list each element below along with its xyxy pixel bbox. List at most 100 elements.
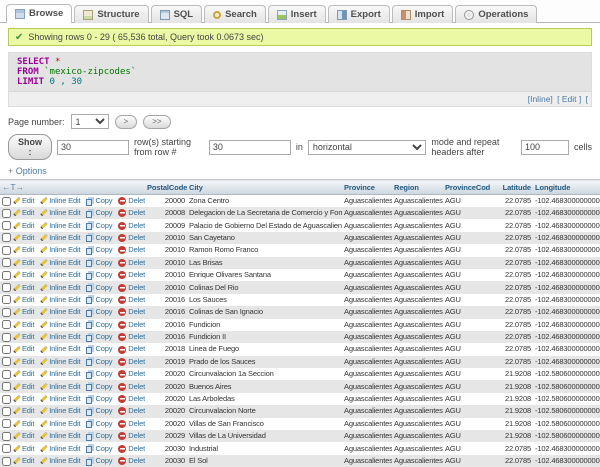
row-checkbox[interactable] bbox=[2, 320, 11, 329]
row-checkbox[interactable] bbox=[2, 395, 11, 404]
tab-browse[interactable]: Browse bbox=[6, 4, 72, 23]
row-checkbox[interactable] bbox=[2, 382, 11, 391]
column-header-region[interactable]: Region bbox=[392, 180, 443, 195]
row-checkbox[interactable] bbox=[2, 407, 11, 416]
edit-link[interactable]: Edit bbox=[13, 320, 34, 329]
copy-link[interactable]: Copy bbox=[86, 245, 112, 254]
delete-link[interactable]: Delete bbox=[118, 258, 145, 267]
row-checkbox[interactable] bbox=[2, 197, 11, 206]
row-checkbox[interactable] bbox=[2, 444, 11, 453]
inline-edit-link[interactable]: Inline Edit bbox=[40, 369, 80, 378]
copy-link[interactable]: Copy bbox=[86, 332, 112, 341]
column-header-longitude[interactable]: Longitude bbox=[533, 180, 600, 195]
copy-link[interactable]: Copy bbox=[86, 406, 112, 415]
tab-sql[interactable]: SQL bbox=[151, 5, 203, 23]
column-header-provincecode[interactable]: ProvinceCode bbox=[443, 180, 490, 195]
delete-link[interactable]: Delete bbox=[118, 394, 145, 403]
edit-link[interactable]: Edit bbox=[13, 431, 34, 440]
inline-edit-link[interactable]: Inline Edit bbox=[40, 456, 80, 465]
inline-edit-link[interactable]: Inline Edit bbox=[40, 431, 80, 440]
edit-link[interactable]: Edit bbox=[13, 233, 34, 242]
tab-structure[interactable]: Structure bbox=[74, 5, 148, 23]
inline-edit-link[interactable]: Inline Edit bbox=[40, 406, 80, 415]
delete-link[interactable]: Delete bbox=[118, 221, 145, 230]
delete-link[interactable]: Delete bbox=[118, 369, 145, 378]
copy-link[interactable]: Copy bbox=[86, 456, 112, 465]
edit-link[interactable]: Edit bbox=[13, 307, 34, 316]
delete-link[interactable]: Delete bbox=[118, 208, 145, 217]
show-button[interactable]: Show : bbox=[8, 134, 52, 160]
row-checkbox[interactable] bbox=[2, 295, 11, 304]
copy-link[interactable]: Copy bbox=[86, 221, 112, 230]
copy-link[interactable]: Copy bbox=[86, 283, 112, 292]
copy-link[interactable]: Copy bbox=[86, 196, 112, 205]
inline-edit-link[interactable]: Inline Edit bbox=[40, 382, 80, 391]
delete-link[interactable]: Delete bbox=[118, 382, 145, 391]
edit-query-link[interactable]: [ Edit ] bbox=[557, 94, 581, 104]
start-row-input[interactable] bbox=[209, 140, 291, 155]
column-header-latitude[interactable]: Latitude bbox=[490, 180, 533, 195]
delete-link[interactable]: Delete bbox=[118, 295, 145, 304]
copy-link[interactable]: Copy bbox=[86, 357, 112, 366]
inline-edit-link[interactable]: Inline Edit bbox=[40, 283, 80, 292]
delete-link[interactable]: Delete bbox=[118, 245, 145, 254]
column-header-province[interactable]: Province bbox=[342, 180, 392, 195]
edit-link[interactable]: Edit bbox=[13, 196, 34, 205]
options-link[interactable]: Options bbox=[16, 166, 47, 176]
inline-edit-link[interactable]: Inline Edit bbox=[40, 307, 80, 316]
column-header-city[interactable]: City bbox=[187, 180, 342, 195]
inline-edit-link[interactable]: Inline Edit bbox=[40, 357, 80, 366]
truncated-link[interactable]: [ bbox=[586, 94, 588, 104]
edit-link[interactable]: Edit bbox=[13, 369, 34, 378]
delete-link[interactable]: Delete bbox=[118, 444, 145, 453]
delete-link[interactable]: Delete bbox=[118, 332, 145, 341]
delete-link[interactable]: Delete bbox=[118, 320, 145, 329]
row-checkbox[interactable] bbox=[2, 345, 11, 354]
last-page-button[interactable]: >> bbox=[143, 115, 170, 129]
edit-link[interactable]: Edit bbox=[13, 295, 34, 304]
edit-link[interactable]: Edit bbox=[13, 419, 34, 428]
copy-link[interactable]: Copy bbox=[86, 270, 112, 279]
row-checkbox[interactable] bbox=[2, 209, 11, 218]
copy-link[interactable]: Copy bbox=[86, 369, 112, 378]
page-number-select[interactable]: 1 bbox=[71, 114, 109, 129]
delete-link[interactable]: Delete bbox=[118, 196, 145, 205]
delete-link[interactable]: Delete bbox=[118, 233, 145, 242]
inline-edit-link[interactable]: Inline Edit bbox=[40, 344, 80, 353]
tab-import[interactable]: Import bbox=[392, 5, 454, 23]
inline-edit-link[interactable]: Inline Edit bbox=[40, 394, 80, 403]
delete-link[interactable]: Delete bbox=[118, 419, 145, 428]
inline-edit-link[interactable]: Inline Edit bbox=[40, 233, 80, 242]
copy-link[interactable]: Copy bbox=[86, 444, 112, 453]
copy-link[interactable]: Copy bbox=[86, 320, 112, 329]
row-checkbox[interactable] bbox=[2, 233, 11, 242]
column-arrows-header[interactable]: ←T→ bbox=[0, 180, 145, 195]
edit-link[interactable]: Edit bbox=[13, 382, 34, 391]
row-checkbox[interactable] bbox=[2, 221, 11, 230]
inline-edit-link[interactable]: Inline Edit bbox=[40, 196, 80, 205]
edit-link[interactable]: Edit bbox=[13, 258, 34, 267]
inline-edit-link[interactable]: Inline Edit bbox=[40, 245, 80, 254]
copy-link[interactable]: Copy bbox=[86, 394, 112, 403]
row-checkbox[interactable] bbox=[2, 457, 11, 466]
column-header-postalcode[interactable]: PostalCode bbox=[145, 180, 187, 195]
delete-link[interactable]: Delete bbox=[118, 406, 145, 415]
repeat-headers-input[interactable] bbox=[521, 140, 569, 155]
row-checkbox[interactable] bbox=[2, 283, 11, 292]
inline-edit-link[interactable]: Inline Edit bbox=[40, 444, 80, 453]
tab-insert[interactable]: Insert bbox=[268, 5, 326, 23]
row-checkbox[interactable] bbox=[2, 258, 11, 267]
next-page-button[interactable]: > bbox=[115, 115, 138, 129]
delete-link[interactable]: Delete bbox=[118, 307, 145, 316]
inline-edit-query-link[interactable]: [Inline] bbox=[528, 94, 553, 104]
inline-edit-link[interactable]: Inline Edit bbox=[40, 208, 80, 217]
copy-link[interactable]: Copy bbox=[86, 307, 112, 316]
delete-link[interactable]: Delete bbox=[118, 283, 145, 292]
tab-export[interactable]: Export bbox=[328, 5, 390, 23]
edit-link[interactable]: Edit bbox=[13, 270, 34, 279]
row-checkbox[interactable] bbox=[2, 370, 11, 379]
copy-link[interactable]: Copy bbox=[86, 233, 112, 242]
options-toggle[interactable]: + Options bbox=[8, 166, 592, 176]
edit-link[interactable]: Edit bbox=[13, 444, 34, 453]
delete-link[interactable]: Delete bbox=[118, 431, 145, 440]
